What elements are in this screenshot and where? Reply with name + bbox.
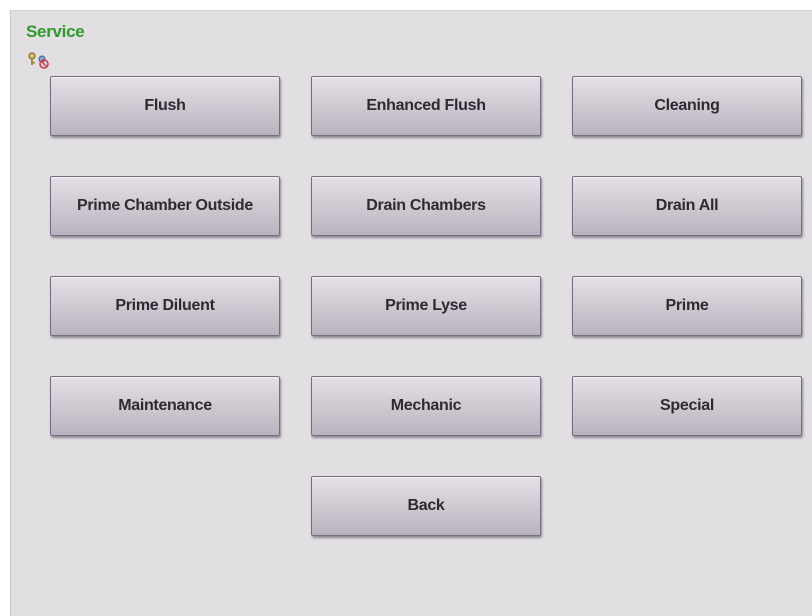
service-panel: Service Flush Enhanced Flush Cleaning Pr…: [10, 10, 812, 616]
prime-button-label: Prime: [665, 297, 709, 314]
prime-diluent-button[interactable]: Prime Diluent: [50, 276, 280, 336]
cleaning-button[interactable]: Cleaning: [572, 76, 802, 136]
maintenance-button-label: Maintenance: [118, 397, 212, 414]
flush-button-label: Flush: [144, 97, 186, 114]
status-icons-svg: [28, 52, 49, 69]
prime-chamber-outside-button-label: Prime Chamber Outside: [77, 197, 253, 214]
prime-chamber-outside-button[interactable]: Prime Chamber Outside: [50, 176, 280, 236]
drain-chambers-button[interactable]: Drain Chambers: [311, 176, 541, 236]
service-screen: Service Flush Enhanced Flush Cleaning Pr…: [0, 0, 812, 616]
special-button-label: Special: [660, 397, 714, 414]
drain-chambers-button-label: Drain Chambers: [366, 197, 486, 214]
enhanced-flush-button-label: Enhanced Flush: [366, 97, 486, 114]
enhanced-flush-button[interactable]: Enhanced Flush: [311, 76, 541, 136]
maintenance-button[interactable]: Maintenance: [50, 376, 280, 436]
prime-lyse-button-label: Prime Lyse: [385, 297, 467, 314]
key-icon: [28, 52, 36, 65]
special-button[interactable]: Special: [572, 376, 802, 436]
back-button[interactable]: Back: [311, 476, 541, 536]
user-badge-icon: [38, 55, 49, 69]
prime-lyse-button[interactable]: Prime Lyse: [311, 276, 541, 336]
status-icons: [27, 51, 57, 71]
cleaning-button-label: Cleaning: [654, 97, 720, 114]
flush-button[interactable]: Flush: [50, 76, 280, 136]
mechanic-button-label: Mechanic: [390, 397, 462, 414]
mechanic-button[interactable]: Mechanic: [311, 376, 541, 436]
page-title: Service: [26, 22, 85, 41]
drain-all-button-label: Drain All: [655, 197, 719, 214]
prime-diluent-button-label: Prime Diluent: [115, 297, 215, 314]
drain-all-button[interactable]: Drain All: [572, 176, 802, 236]
back-button-label: Back: [407, 497, 445, 514]
prime-button[interactable]: Prime: [572, 276, 802, 336]
